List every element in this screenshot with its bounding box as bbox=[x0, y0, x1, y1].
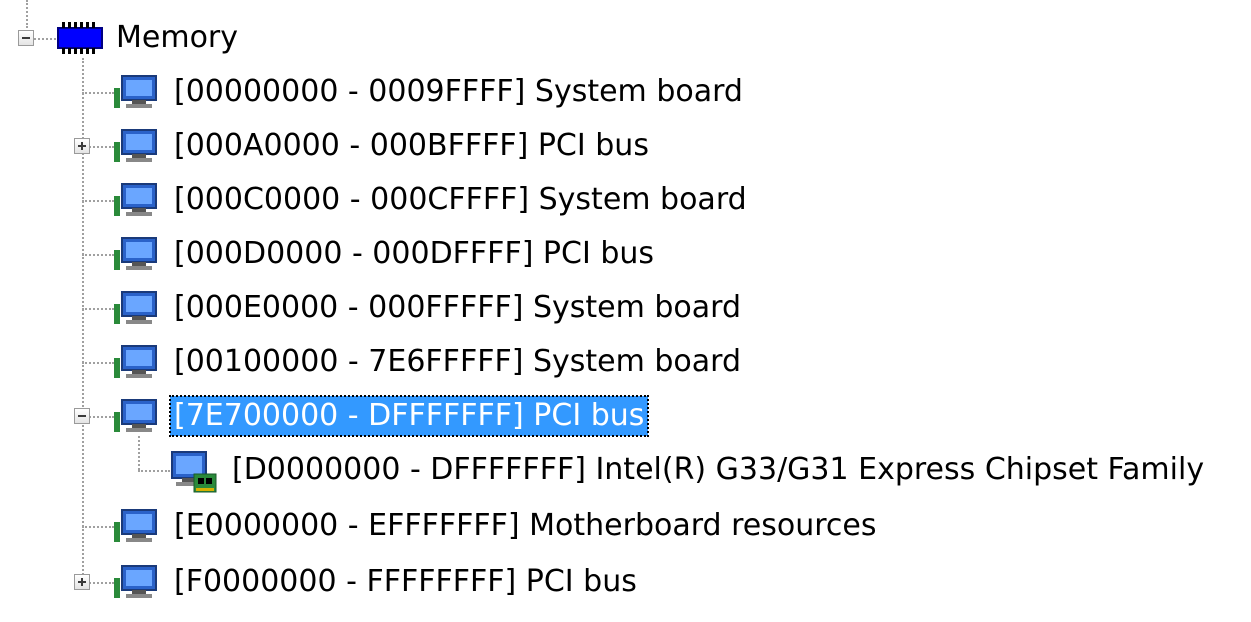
expand-collapse-toggle[interactable] bbox=[74, 408, 90, 424]
tree-item-label[interactable]: [000E0000 - 000FFFFF] System board bbox=[170, 288, 745, 328]
tree-item-label[interactable]: [D0000000 - DFFFFFFF] Intel(R) G33/G31 E… bbox=[228, 450, 1208, 490]
tree-item-label[interactable]: [00000000 - 0009FFFF] System board bbox=[170, 72, 747, 112]
tree-item-label[interactable]: [000D0000 - 000DFFFF] PCI bus bbox=[170, 234, 658, 274]
tree-item-label[interactable]: [000C0000 - 000CFFFF] System board bbox=[170, 180, 751, 220]
memory-chip-icon bbox=[56, 18, 103, 58]
tree-item-label-selected[interactable]: [7E700000 - DFFFFFFF] PCI bus bbox=[168, 395, 650, 437]
tree-item-label[interactable]: [F0000000 - FFFFFFFF] PCI bus bbox=[170, 562, 641, 602]
tree-line bbox=[26, 0, 28, 28]
tree-line bbox=[82, 200, 114, 202]
system-device-icon bbox=[114, 72, 157, 112]
system-device-icon bbox=[114, 126, 157, 166]
system-device-icon bbox=[114, 562, 157, 602]
tree-line bbox=[82, 526, 114, 528]
system-device-icon bbox=[114, 396, 157, 436]
system-device-icon bbox=[114, 288, 157, 328]
tree-item-memory[interactable]: Memory bbox=[112, 18, 242, 58]
tree-item-label[interactable]: [00100000 - 7E6FFFFF] System board bbox=[170, 342, 745, 382]
tree-item-label[interactable]: [000A0000 - 000BFFFF] PCI bus bbox=[170, 126, 653, 166]
tree-line bbox=[82, 254, 114, 256]
expand-collapse-toggle[interactable] bbox=[74, 574, 90, 590]
system-device-icon bbox=[114, 506, 157, 546]
tree-line bbox=[82, 362, 114, 364]
tree-line bbox=[82, 92, 114, 94]
display-adapter-icon bbox=[170, 450, 217, 493]
tree-line bbox=[82, 58, 84, 582]
expand-collapse-toggle[interactable] bbox=[74, 138, 90, 154]
tree-line bbox=[82, 308, 114, 310]
expand-collapse-toggle[interactable] bbox=[18, 30, 34, 46]
tree-line bbox=[138, 436, 140, 470]
system-device-icon bbox=[114, 234, 157, 274]
device-tree: Memory [00000000 - 0009FFFF] System boar… bbox=[0, 0, 1251, 622]
system-device-icon bbox=[114, 180, 157, 220]
tree-line bbox=[138, 470, 170, 472]
system-device-icon bbox=[114, 342, 157, 382]
tree-item-label[interactable]: [E0000000 - EFFFFFFF] Motherboard resour… bbox=[170, 506, 881, 546]
